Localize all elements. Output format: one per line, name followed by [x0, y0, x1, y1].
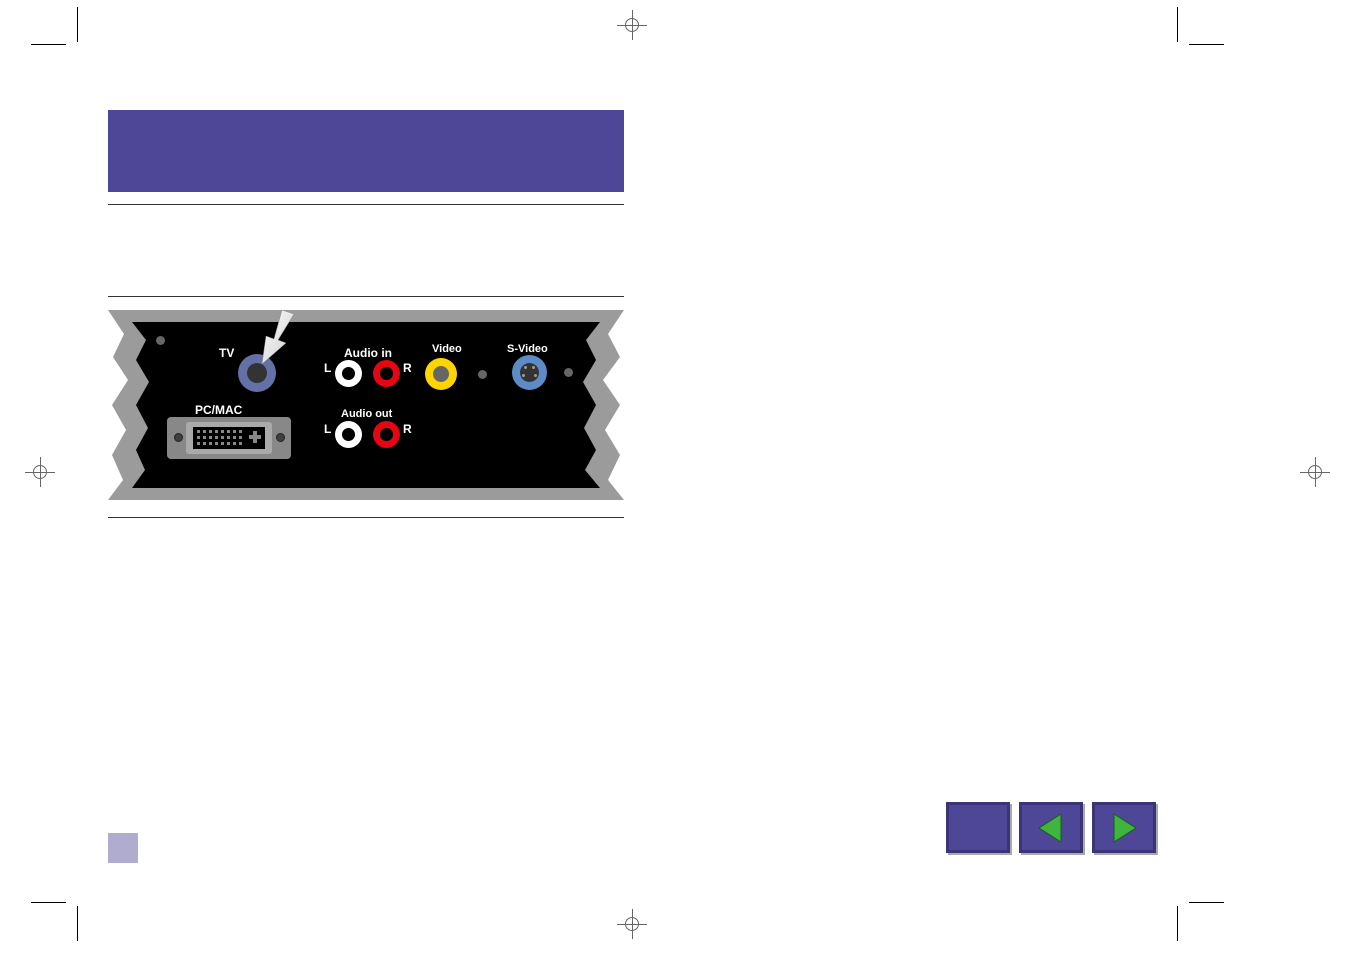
- label-svideo: S-Video: [507, 343, 548, 355]
- label-video: Video: [432, 343, 462, 355]
- svideo-connector-inner: [520, 363, 539, 382]
- section-header-bar: [108, 110, 624, 192]
- crop-mark: [77, 906, 78, 941]
- connector-screw: [174, 433, 183, 442]
- label-left: L: [324, 422, 331, 436]
- figure-rule: [108, 296, 624, 297]
- audio-out-right-jack: [373, 421, 400, 448]
- audio-in-left-jack: [335, 360, 362, 387]
- label-right: R: [403, 361, 412, 375]
- label-pcmac: PC/MAC: [195, 403, 242, 417]
- panel-screw: [564, 368, 573, 377]
- header-rule: [108, 204, 624, 205]
- connector-panel-bg: [108, 310, 624, 500]
- label-left: L: [324, 361, 331, 375]
- crop-mark: [31, 44, 66, 45]
- registration-mark: [25, 457, 55, 487]
- pcmac-connector-pins: [193, 427, 265, 449]
- registration-mark: [617, 10, 647, 40]
- nav-home-button[interactable]: [946, 802, 1010, 853]
- callout-arrow-icon: [260, 310, 300, 370]
- crop-mark: [77, 7, 78, 42]
- crop-mark: [1189, 44, 1224, 45]
- connector-screw: [276, 433, 285, 442]
- crop-mark: [1177, 906, 1178, 941]
- audio-in-right-jack: [373, 360, 400, 387]
- label-tv: TV: [219, 346, 234, 360]
- triangle-right-icon: [1106, 810, 1142, 846]
- crop-mark: [1189, 902, 1224, 903]
- video-jack: [425, 358, 457, 390]
- crop-mark: [1177, 7, 1178, 42]
- audio-out-left-jack: [335, 421, 362, 448]
- nav-prev-button[interactable]: [1019, 802, 1083, 853]
- pdf-nav-bar: [946, 802, 1156, 853]
- panel-screw: [156, 336, 165, 345]
- crop-mark: [31, 902, 66, 903]
- registration-mark: [1300, 457, 1330, 487]
- page-number-box: [108, 833, 138, 863]
- label-right: R: [403, 422, 412, 436]
- label-audio-in: Audio in: [344, 346, 392, 360]
- figure-rule: [108, 517, 624, 518]
- registration-mark: [617, 909, 647, 939]
- nav-next-button[interactable]: [1092, 802, 1156, 853]
- panel-screw: [478, 370, 487, 379]
- triangle-left-icon: [1033, 810, 1069, 846]
- label-audio-out: Audio out: [341, 408, 392, 420]
